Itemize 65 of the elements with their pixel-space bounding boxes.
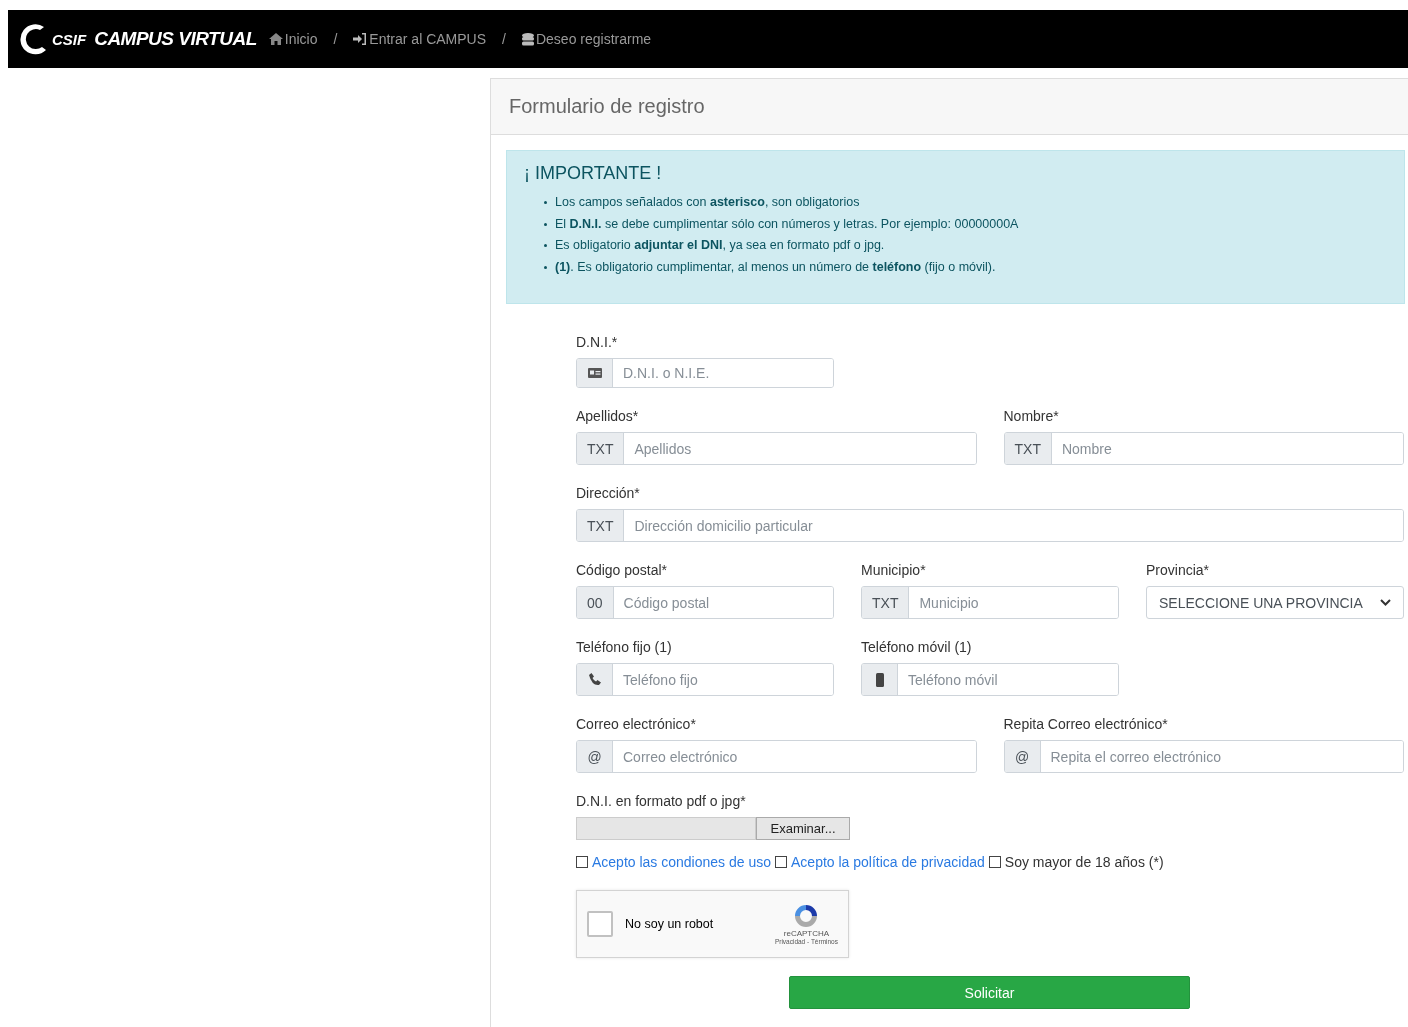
- terms-link[interactable]: Acepto la política de privacidad: [791, 854, 985, 870]
- alert-item: Los campos señalados con asterisco, son obligatorios: [555, 194, 860, 211]
- field-label: Repita Correo electrónico*: [1003, 716, 1169, 734]
- input-field[interactable]: @ Correo electrónico: [576, 740, 977, 773]
- field-label: D.N.I.*: [576, 334, 619, 352]
- input-addon: TXT: [577, 510, 625, 541]
- checkbox[interactable]: [775, 856, 787, 868]
- alert-item: (1). Es obligatorio cumplimentar, al menos un número de teléfono (fijo o móvil).: [555, 258, 996, 276]
- checkbox[interactable]: [576, 856, 588, 868]
- field-label: Apellidos*: [576, 408, 640, 426]
- field-label: Teléfono fijo (1): [576, 639, 673, 657]
- input-addon: 00: [577, 587, 614, 618]
- chevron-down-icon: [1380, 599, 1391, 606]
- field-label: D.N.I. en formato pdf o jpg*: [576, 793, 747, 811]
- input-field[interactable]: Teléfono fijo: [576, 663, 834, 696]
- phone-icon: [588, 673, 601, 686]
- alert-title: ¡ IMPORTANTE !: [524, 163, 663, 184]
- input-addon: TXT: [1004, 433, 1052, 464]
- id-card-icon: [587, 368, 602, 378]
- input-field[interactable]: 00 Código postal: [576, 586, 834, 619]
- field-label: Correo electrónico*: [576, 716, 697, 734]
- breadcrumb-separator: /: [502, 31, 506, 47]
- alert-item: Es obligatorio adjuntar el DNI, ya sea en formato pdf o jpg.: [555, 237, 885, 254]
- province-select[interactable]: SELECCIONE UNA PROVINCIA: [1146, 586, 1404, 619]
- input-field[interactable]: TXT Nombre: [1003, 432, 1404, 465]
- field-label: Código postal*: [576, 562, 669, 580]
- input-field[interactable]: TXT Municipio: [861, 586, 1119, 619]
- browse-button[interactable]: Examinar...: [756, 817, 850, 840]
- breadcrumb-link[interactable]: Inicio: [268, 31, 318, 47]
- field-label: Teléfono móvil (1): [861, 639, 973, 657]
- terms-link[interactable]: Acepto las condiones de uso: [592, 854, 771, 870]
- input-addon: @: [577, 741, 613, 772]
- input-field[interactable]: Teléfono móvil: [861, 663, 1119, 696]
- input-field[interactable]: @ Repita el correo electrónico: [1003, 740, 1404, 773]
- breadcrumb-separator: /: [333, 31, 338, 47]
- field-label: Municipio*: [861, 562, 927, 580]
- bullet-icon: [544, 244, 547, 248]
- input-addon: TXT: [577, 433, 625, 464]
- field-label: Dirección*: [576, 485, 641, 503]
- input-field[interactable]: TXT Dirección domicilio particular: [576, 509, 1404, 542]
- checkbox-label: Soy mayor de 18 años (*): [1004, 854, 1164, 870]
- mobile-phone-icon: [875, 672, 884, 687]
- breadcrumb-link[interactable]: Deseo registrarme: [521, 31, 652, 47]
- captcha-checkbox[interactable]: [587, 911, 613, 937]
- bullet-icon: [544, 222, 547, 226]
- bullet-icon: [544, 201, 547, 205]
- bullet-icon: [544, 265, 547, 269]
- brand-name: CAMPUS VIRTUAL: [94, 28, 257, 50]
- alert-item: El D.N.I. se debe cumplimentar sólo con números y letras. Por ejemplo: 00000000A: [555, 215, 1019, 233]
- breadcrumb-link[interactable]: Entrar al CAMPUS: [353, 31, 487, 47]
- database-icon: [521, 32, 534, 46]
- field-label: Provincia*: [1146, 562, 1211, 580]
- captcha-brand: reCAPTCHA: [783, 929, 830, 938]
- input-addon: @: [1004, 741, 1041, 772]
- field-label: Nombre*: [1003, 408, 1060, 426]
- panel-title: Formulario de registro: [509, 95, 705, 118]
- checkbox[interactable]: [988, 856, 1001, 868]
- input-field[interactable]: TXT Apellidos: [576, 432, 977, 465]
- sign-in-icon: [353, 33, 368, 45]
- captcha-label: No soy un robot: [625, 917, 715, 931]
- input-addon: TXT: [862, 587, 910, 618]
- home-icon: [268, 33, 283, 45]
- logo-text: CSIF: [52, 30, 87, 48]
- input-field[interactable]: D.N.I. o N.I.E.: [576, 358, 834, 388]
- recaptcha-logo-icon: [793, 903, 820, 929]
